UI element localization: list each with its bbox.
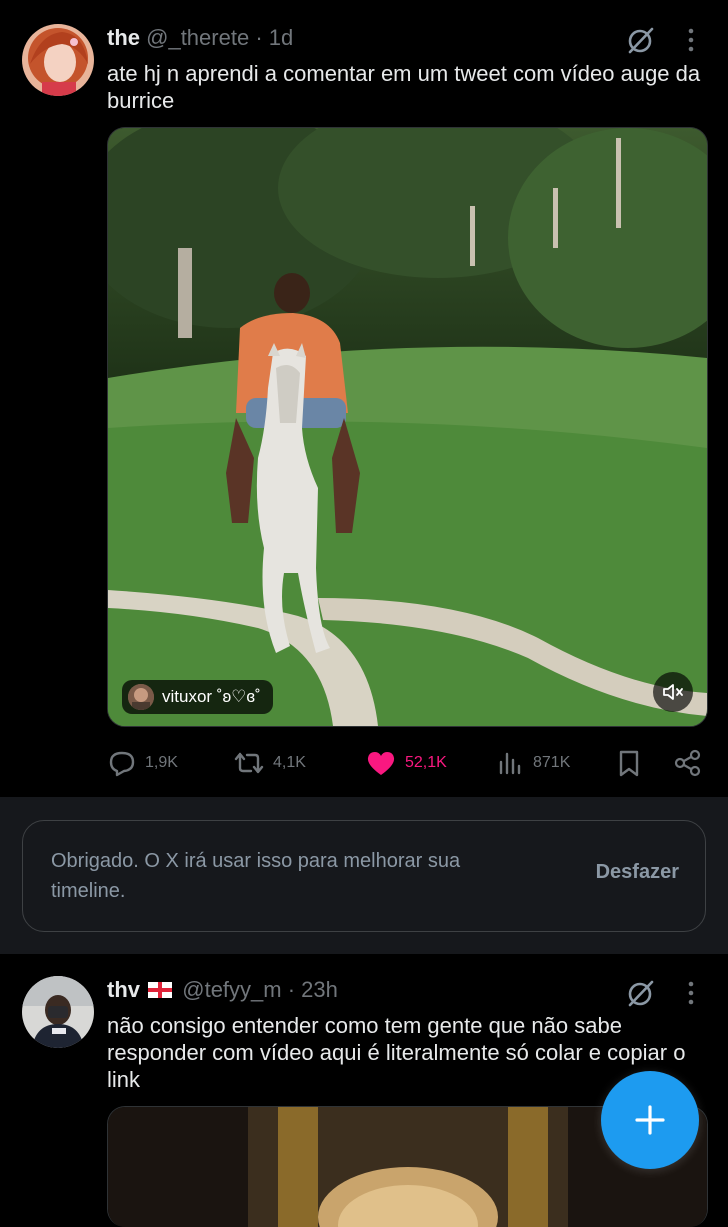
user-handle[interactable]: @_therete xyxy=(146,25,249,50)
reply-button[interactable]: 1,9K xyxy=(107,743,178,783)
tweet-time[interactable]: · 23h xyxy=(288,977,338,1002)
more-icon[interactable] xyxy=(680,978,702,1008)
tweet-header: the @_therete · 1d xyxy=(107,24,293,52)
repost-count: 4,1K xyxy=(273,754,306,771)
display-name[interactable]: thv xyxy=(107,977,140,1002)
tweet-text: ate hj n aprendi a comentar em um tweet … xyxy=(107,61,701,113)
compose-button[interactable] xyxy=(601,1071,699,1169)
like-count: 52,1K xyxy=(405,754,447,771)
views-button[interactable]: 871K xyxy=(497,743,570,783)
repost-icon xyxy=(234,752,264,774)
views-icon xyxy=(499,752,521,775)
tweet-text: não consigo entender como tem gente que … xyxy=(107,1013,686,1092)
tweet-actions: 1,9K 4,1K 52,1K 871K xyxy=(107,743,707,783)
user-handle[interactable]: @tefyy_m xyxy=(182,977,281,1002)
tweet-header: thv @tefyy_m · 23h xyxy=(107,976,338,1004)
tweet-time[interactable]: · 1d xyxy=(255,25,293,50)
feedback-message: Obrigado. O X irá usar isso para melhora… xyxy=(51,850,461,902)
tweet-1[interactable]: the @_therete · 1d ate hj n aprendi a co… xyxy=(0,0,728,797)
grok-icon[interactable] xyxy=(626,978,656,1008)
grok-icon[interactable] xyxy=(626,25,656,55)
views-count: 871K xyxy=(533,754,571,771)
share-button[interactable] xyxy=(673,743,711,783)
tweet-2[interactable]: thv @tefyy_m · 23h não consigo entender … xyxy=(0,954,728,1227)
heart-icon xyxy=(367,752,395,775)
tweet-video[interactable]: vituxor ˚ʚ♡ɞ˚ xyxy=(107,127,708,727)
like-button[interactable]: 52,1K xyxy=(365,743,447,783)
more-icon[interactable] xyxy=(680,25,702,55)
video-attribution-tag[interactable]: vituxor ˚ʚ♡ɞ˚ xyxy=(122,680,273,714)
video-frame xyxy=(108,128,707,726)
bookmark-button[interactable] xyxy=(615,743,651,783)
reply-icon xyxy=(109,751,135,777)
repost-button[interactable]: 4,1K xyxy=(233,743,306,783)
avatar[interactable] xyxy=(22,24,94,96)
flag-emoji xyxy=(148,982,173,998)
undo-button[interactable]: Desfazer xyxy=(596,861,679,884)
attribution-avatar xyxy=(128,684,154,710)
share-icon xyxy=(674,749,701,777)
attribution-name: vituxor ˚ʚ♡ɞ˚ xyxy=(162,687,261,706)
bookmark-icon xyxy=(619,750,639,777)
feedback-section: Obrigado. O X irá usar isso para melhora… xyxy=(0,797,728,954)
plus-icon xyxy=(635,1105,665,1135)
display-name[interactable]: the xyxy=(107,25,140,50)
avatar[interactable] xyxy=(22,976,94,1048)
feedback-notice: Obrigado. O X irá usar isso para melhora… xyxy=(22,820,706,932)
mute-icon[interactable] xyxy=(653,672,693,712)
reply-count: 1,9K xyxy=(145,754,178,771)
